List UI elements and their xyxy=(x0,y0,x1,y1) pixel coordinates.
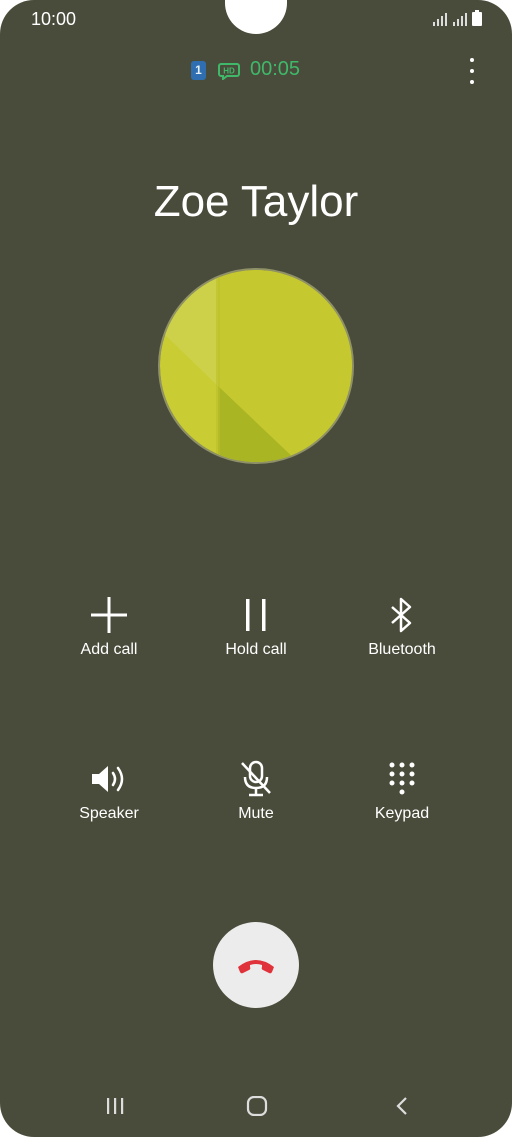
home-button[interactable] xyxy=(237,1088,277,1124)
pause-icon xyxy=(246,599,266,631)
call-duration: 00:05 xyxy=(250,58,301,80)
end-call-icon xyxy=(238,960,274,974)
caller-name: Zoe Taylor xyxy=(153,177,359,226)
hold-call-label: Hold call xyxy=(225,641,287,658)
speaker-label: Speaker xyxy=(79,805,139,822)
plus-icon xyxy=(91,597,127,633)
home-icon xyxy=(246,1096,268,1116)
add-call-label: Add call xyxy=(80,641,138,658)
more-options-icon[interactable] xyxy=(466,58,478,84)
bluetooth-label: Bluetooth xyxy=(368,641,436,658)
svg-text:HD: HD xyxy=(223,67,235,76)
bluetooth-icon xyxy=(391,597,412,633)
signal-icon xyxy=(453,13,467,26)
recent-apps-button[interactable] xyxy=(95,1088,135,1124)
signal-icon xyxy=(433,13,447,26)
keypad-icon xyxy=(389,762,415,795)
status-time: 10:00 xyxy=(31,9,77,29)
sim-slot-badge: 1 xyxy=(191,61,206,80)
end-call-button[interactable] xyxy=(213,922,299,1008)
keypad-button[interactable]: Keypad xyxy=(337,759,467,823)
back-button[interactable] xyxy=(382,1088,422,1124)
call-screen: 10:00 1 HD 00:05 Zoe Taylor Add call Hol… xyxy=(0,0,512,1137)
battery-icon xyxy=(472,10,482,26)
mute-label: Mute xyxy=(238,805,274,822)
mic-off-icon xyxy=(241,760,271,797)
keypad-label: Keypad xyxy=(374,805,430,822)
call-info-bar: 1 HD 00:05 xyxy=(0,58,512,84)
speaker-icon xyxy=(92,766,124,792)
caller-avatar xyxy=(158,268,354,464)
speaker-button[interactable]: Speaker xyxy=(44,759,174,823)
back-icon xyxy=(396,1097,407,1115)
camera-notch xyxy=(225,0,287,34)
hold-call-button[interactable]: Hold call xyxy=(191,595,321,659)
status-icons xyxy=(432,10,482,26)
navigation-bar xyxy=(0,1088,512,1124)
recent-apps-icon xyxy=(107,1098,124,1114)
add-call-button[interactable]: Add call xyxy=(44,595,174,659)
bluetooth-button[interactable]: Bluetooth xyxy=(337,595,467,659)
hd-voice-icon: HD xyxy=(218,63,240,80)
mute-button[interactable]: Mute xyxy=(191,759,321,823)
